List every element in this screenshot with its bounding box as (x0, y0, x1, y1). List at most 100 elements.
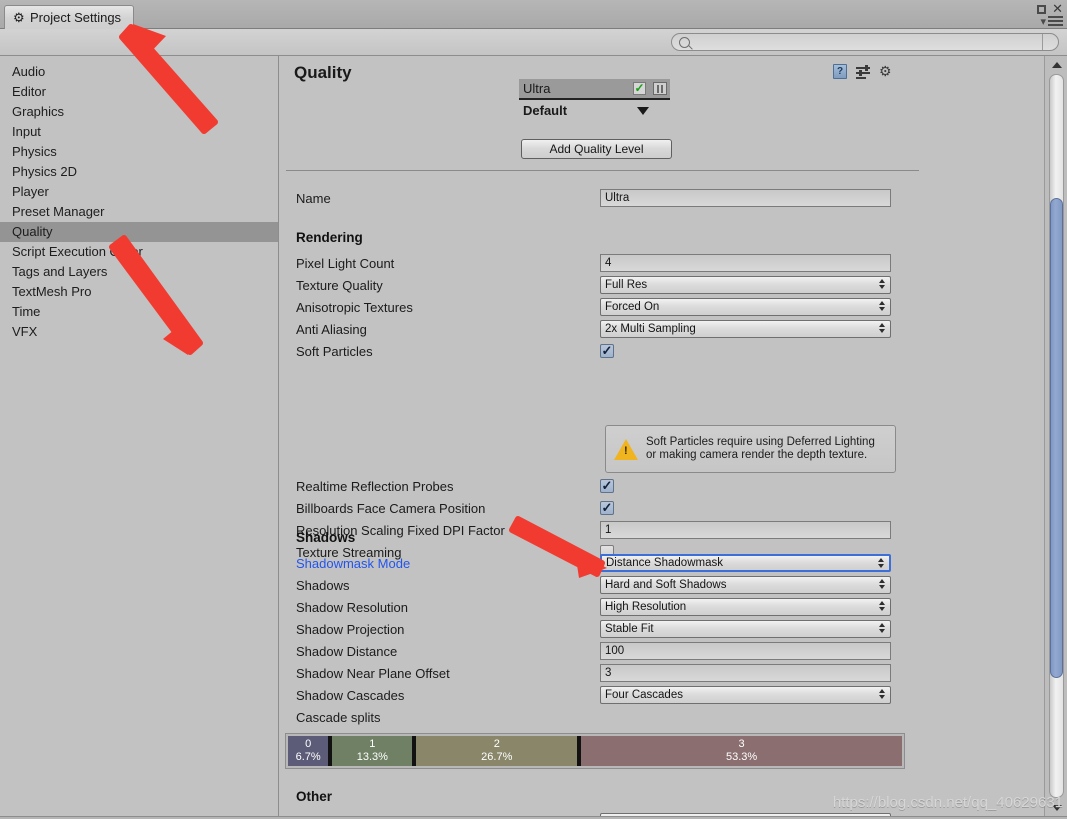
sidebar-item-editor[interactable]: Editor (0, 82, 278, 102)
sidebar-item-script-execution-order[interactable]: Script Execution Order (0, 242, 278, 262)
sidebar-item-quality[interactable]: Quality (0, 222, 278, 242)
sidebar-item-vfx[interactable]: VFX (0, 322, 278, 342)
divider (286, 170, 919, 171)
quality-level-enabled-checkbox[interactable]: ✓ (633, 82, 646, 95)
dropdown-shadow-projection[interactable]: Stable Fit (600, 620, 891, 638)
chevron-updown-icon (879, 579, 885, 589)
gear-icon: ⚙ (13, 9, 25, 25)
field-label[interactable]: Shadowmask Mode (280, 556, 600, 571)
title-bar: ⚙ Project Settings ✕ ▾ (0, 0, 1067, 29)
text-input[interactable]: 100 (600, 642, 891, 660)
sidebar-item-physics[interactable]: Physics (0, 142, 278, 162)
chevron-up-icon (1051, 61, 1062, 68)
scroll-down-button[interactable] (1050, 801, 1063, 814)
close-icon[interactable]: ✕ (1052, 2, 1063, 15)
restore-button[interactable] (1037, 5, 1047, 14)
dropdown-texture-quality[interactable]: Full Res (600, 276, 891, 294)
chevron-down-icon: ▾ (1040, 16, 1046, 28)
field-label: Shadow Near Plane Offset (296, 665, 450, 681)
section-header-other: Other (296, 789, 333, 804)
chevron-down-icon (1051, 804, 1062, 811)
settings-sidebar: Audio Editor Graphics Input Physics Physics 2… (0, 56, 279, 816)
cascade-index: 3 (738, 738, 745, 750)
sidebar-list: Audio Editor Graphics Input Physics Physics 2… (0, 56, 278, 342)
field-label: Shadow Cascades (296, 687, 405, 703)
field-label: Cascade splits (296, 709, 381, 725)
quality-settings-panel: Quality ? ⚙ Ultra ✓ Default Add Quality … (280, 56, 1044, 816)
dropdown-shadow-resolution[interactable]: High Resolution (600, 598, 891, 616)
sidebar-item-audio[interactable]: Audio (0, 62, 278, 82)
search-clear-button[interactable] (1042, 34, 1058, 50)
dropdown-shadowmask-mode[interactable]: Distance Shadowmask (600, 554, 891, 572)
warning-icon (614, 438, 638, 460)
dropdown-shadows[interactable]: Hard and Soft Shadows (600, 576, 891, 594)
field-row-anti-aliasing: Anti Aliasing 2x Multi Sampling (280, 318, 1044, 340)
field-label: Shadows (296, 577, 350, 593)
field-row-soft-particles: Soft Particles ✓ (280, 340, 1044, 362)
chevron-updown-icon (878, 558, 884, 568)
preset-icon[interactable] (856, 64, 870, 79)
sidebar-item-player[interactable]: Player (0, 182, 278, 202)
chevron-updown-icon (879, 279, 885, 289)
chevron-down-icon[interactable] (637, 106, 649, 115)
gear-icon[interactable]: ⚙ (879, 64, 894, 79)
scroll-up-button[interactable] (1050, 58, 1063, 71)
search-box[interactable] (671, 33, 1059, 51)
drag-handle-icon[interactable] (653, 82, 667, 95)
sidebar-item-textmesh-pro[interactable]: TextMesh Pro (0, 282, 278, 302)
section-header-rendering: Rendering (296, 230, 363, 245)
cascade-splits-bar[interactable]: 0 6.7% 1 13.3% 2 26.7% 3 53.3% (285, 733, 905, 769)
cascade-index: 0 (305, 738, 312, 750)
dropdown-anisotropic-textures[interactable]: Forced On (600, 298, 891, 316)
field-label: Billboards Face Camera Position (296, 500, 486, 516)
cascade-segment-2[interactable]: 2 26.7% (416, 736, 578, 766)
field-row-resolution-scaling-fixed-dpi-factor: Resolution Scaling Fixed DPI Factor 1 (280, 519, 1044, 541)
chevron-updown-icon (879, 689, 885, 699)
checkbox-billboards-face-camera-position[interactable]: ✓ (600, 501, 614, 515)
sidebar-item-graphics[interactable]: Graphics (0, 102, 278, 122)
search-input[interactable] (690, 36, 1042, 48)
text-input[interactable]: 3 (600, 664, 891, 682)
cascade-segment-1[interactable]: 1 13.3% (332, 736, 413, 766)
quality-level-name: Ultra (523, 81, 551, 96)
vertical-scrollbar[interactable] (1044, 56, 1067, 816)
cascade-percent: 26.7% (481, 751, 513, 763)
sidebar-item-input[interactable]: Input (0, 122, 278, 142)
toolbar (0, 29, 1067, 56)
cascade-index: 2 (493, 738, 500, 750)
dropdown-shadow-cascades[interactable]: Four Cascades (600, 686, 891, 704)
cascade-segment-3[interactable]: 3 53.3% (581, 736, 902, 766)
field-row-cascade-splits: Cascade splits (280, 706, 1044, 728)
quality-level-row-default[interactable]: Default (519, 100, 670, 121)
field-row-shadow-near-plane-offset: Shadow Near Plane Offset 3 (280, 662, 1044, 684)
name-input[interactable]: Ultra (600, 189, 891, 207)
field-row-billboards-face-camera-position: Billboards Face Camera Position ✓ (280, 497, 1044, 519)
window-layout-menu[interactable]: ▾ (1040, 15, 1063, 28)
field-row-shadow-cascades: Shadow Cascades Four Cascades (280, 684, 1044, 706)
help-icon[interactable]: ? (833, 64, 847, 79)
scrollbar-thumb[interactable] (1050, 198, 1063, 678)
field-row-anisotropic-textures: Anisotropic Textures Forced On (280, 296, 1044, 318)
checkbox-soft-particles[interactable]: ✓ (600, 344, 614, 358)
text-input[interactable]: 4 (600, 254, 891, 272)
field-row-texture-quality: Texture Quality Full Res (280, 274, 1044, 296)
cascade-percent: 6.7% (295, 751, 321, 763)
quality-level-row-ultra[interactable]: Ultra ✓ (519, 79, 670, 100)
sidebar-item-tags-and-layers[interactable]: Tags and Layers (0, 262, 278, 282)
tab-project-settings[interactable]: ⚙ Project Settings (4, 5, 135, 29)
field-label: Name (296, 190, 331, 206)
sidebar-item-time[interactable]: Time (0, 302, 278, 322)
sidebar-item-preset-manager[interactable]: Preset Manager (0, 202, 278, 222)
window-buttons: ✕ (1037, 2, 1063, 15)
dropdown-value: 2x Multi Sampling (605, 323, 696, 335)
project-settings-window: ⚙ Project Settings ✕ ▾ Audio Editor Graphi… (0, 0, 1067, 819)
checkbox-realtime-reflection-probes[interactable]: ✓ (600, 479, 614, 493)
chevron-updown-icon (879, 301, 885, 311)
add-quality-level-button[interactable]: Add Quality Level (521, 139, 672, 159)
sidebar-item-physics-2d[interactable]: Physics 2D (0, 162, 278, 182)
dropdown-anti-aliasing[interactable]: 2x Multi Sampling (600, 320, 891, 338)
field-row-shadowmask-mode: Shadowmask Mode Distance Shadowmask (280, 552, 1044, 574)
cascade-segment-0[interactable]: 0 6.7% (288, 736, 329, 766)
dropdown-value: Forced On (605, 301, 660, 313)
text-input[interactable]: 1 (600, 521, 891, 539)
